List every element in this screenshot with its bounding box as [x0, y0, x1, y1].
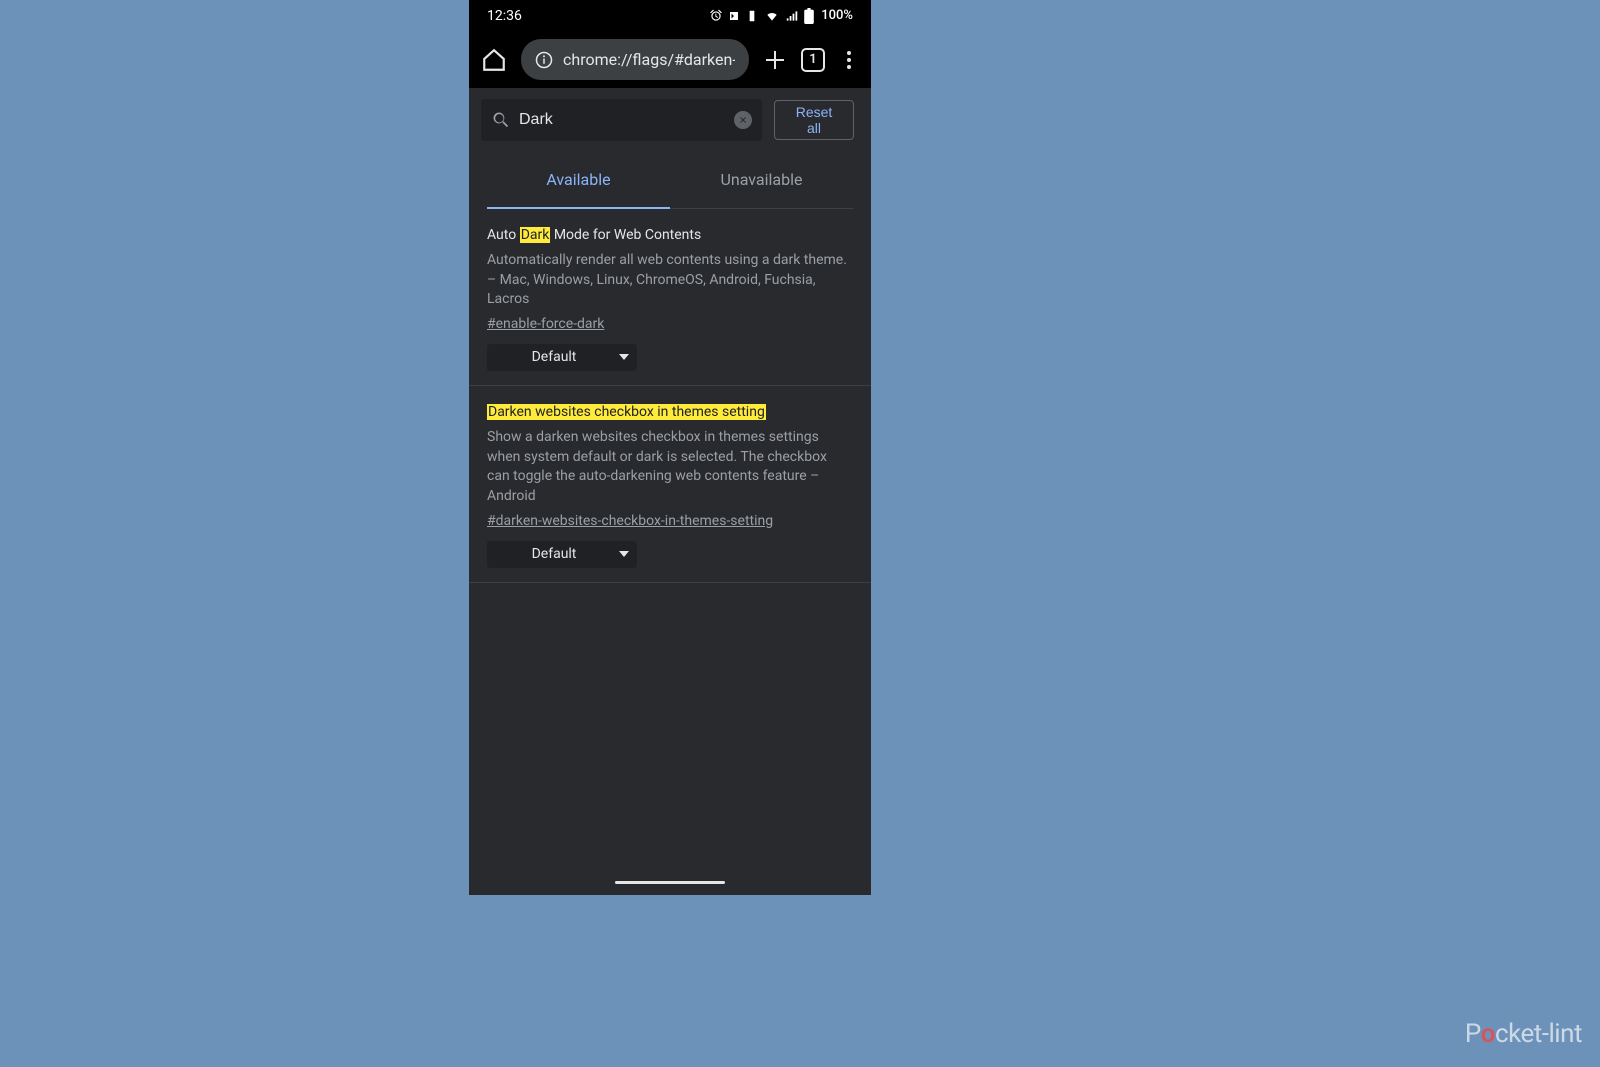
flag-dropdown[interactable]: Default — [487, 541, 637, 568]
flag-anchor[interactable]: #darken-websites-checkbox-in-themes-sett… — [487, 513, 773, 529]
tab-unavailable[interactable]: Unavailable — [670, 152, 853, 208]
flag-title: Darken websites checkbox in themes setti… — [487, 403, 853, 421]
clear-search-icon[interactable] — [734, 111, 752, 129]
phone-frame: 12:36 100% chrome://flags/#darken- 1 — [469, 0, 871, 895]
flag-item: Darken websites checkbox in themes setti… — [469, 386, 871, 583]
search-row: Reset all — [469, 88, 871, 152]
chevron-down-icon — [619, 354, 629, 360]
search-highlight: Dark — [520, 227, 551, 243]
home-indicator[interactable] — [615, 881, 725, 884]
url-bar[interactable]: chrome://flags/#darken- — [521, 39, 749, 80]
wifi-icon — [764, 9, 780, 23]
chevron-down-icon — [619, 551, 629, 557]
browser-toolbar: chrome://flags/#darken- 1 — [469, 31, 871, 88]
flag-item: Auto Dark Mode for Web Contents Automati… — [469, 209, 871, 386]
watermark: Pocket-lint — [1465, 1019, 1582, 1049]
flag-dropdown[interactable]: Default — [487, 344, 637, 371]
flag-anchor[interactable]: #enable-force-dark — [487, 316, 604, 332]
menu-icon[interactable] — [839, 48, 859, 72]
vibrate-icon — [745, 9, 759, 23]
search-box[interactable] — [481, 99, 762, 141]
status-time: 12:36 — [487, 8, 522, 24]
flag-description: Automatically render all web contents us… — [487, 251, 853, 310]
flag-title: Auto Dark Mode for Web Contents — [487, 226, 853, 244]
status-icons: 100% — [709, 8, 853, 24]
new-tab-icon[interactable] — [763, 48, 787, 72]
alarm-icon — [709, 9, 723, 23]
info-icon — [535, 51, 553, 69]
tabs: Available Unavailable — [487, 152, 853, 209]
battery-percentage: 100% — [821, 8, 853, 23]
signal-icon — [785, 9, 799, 23]
search-highlight: Darken websites checkbox in themes setti… — [487, 404, 766, 420]
nfc-icon — [728, 10, 740, 22]
tab-switcher[interactable]: 1 — [801, 48, 825, 72]
reset-all-button[interactable]: Reset all — [774, 100, 854, 140]
search-icon — [491, 110, 511, 130]
url-text: chrome://flags/#darken- — [563, 50, 735, 69]
status-bar: 12:36 100% — [469, 0, 871, 31]
tab-available[interactable]: Available — [487, 152, 670, 209]
page-content: Reset all Available Unavailable Auto Dar… — [469, 88, 871, 895]
battery-icon — [804, 8, 814, 24]
flag-description: Show a darken websites checkbox in theme… — [487, 428, 853, 506]
home-icon[interactable] — [481, 47, 507, 73]
search-input[interactable] — [519, 111, 726, 129]
